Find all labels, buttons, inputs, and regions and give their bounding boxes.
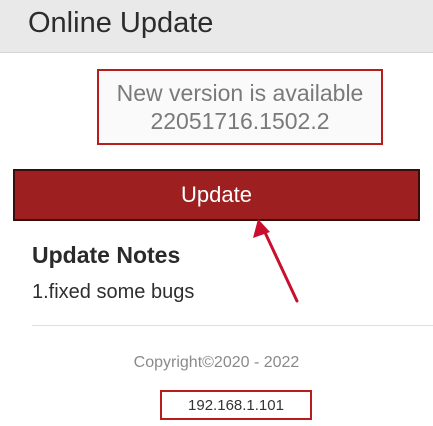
- annotation-arrow-icon: [253, 219, 299, 303]
